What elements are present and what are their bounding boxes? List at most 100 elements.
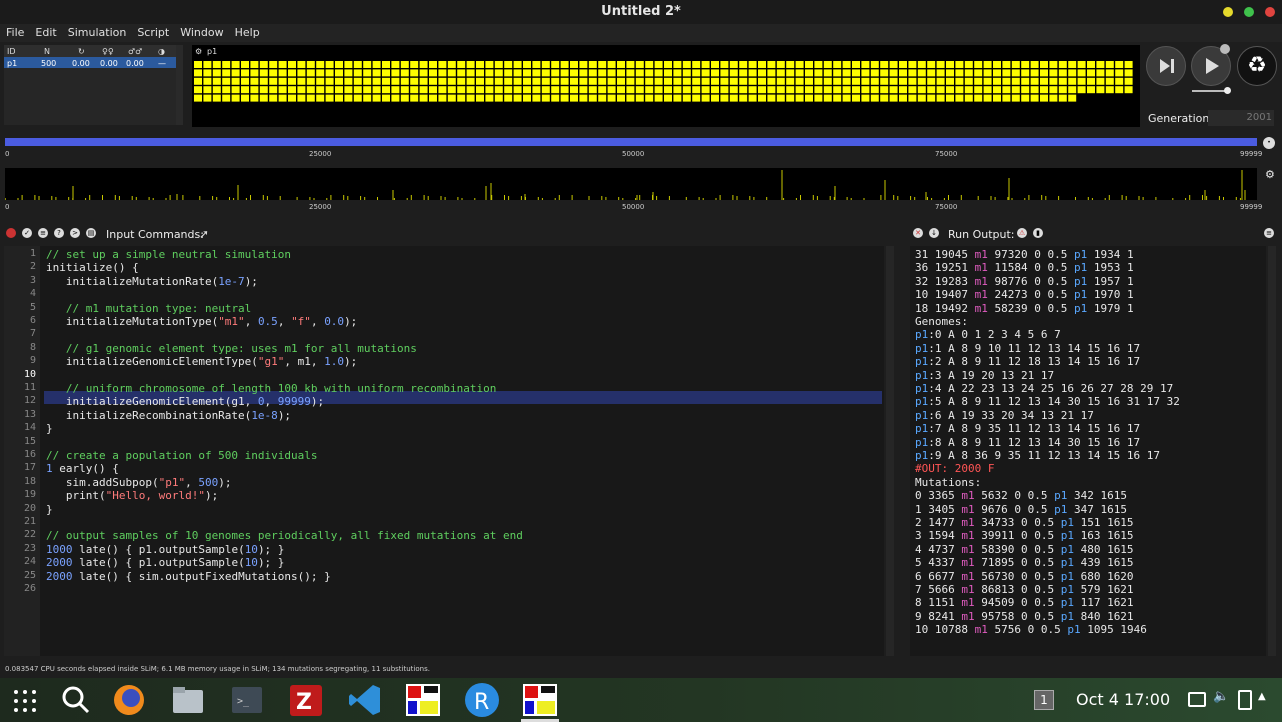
help-icon[interactable]: ?: [54, 228, 64, 238]
genome-cell: [438, 86, 447, 94]
population-table-scrollbar[interactable]: [176, 45, 183, 125]
terminal-icon[interactable]: >_: [228, 682, 266, 718]
code-line: 1000 late() { p1.outputSample(10); }: [46, 542, 285, 556]
minimize-button[interactable]: [1223, 7, 1233, 17]
show-debug-icon[interactable]: ⚠: [1017, 228, 1027, 238]
chromosome-overview[interactable]: [5, 138, 1257, 146]
recycle-button[interactable]: ♻: [1237, 46, 1277, 86]
genome-cell: [1068, 61, 1077, 68]
workspace-indicator[interactable]: 1: [1034, 690, 1054, 710]
genome-cell: [899, 94, 907, 102]
format-icon[interactable]: ≡: [38, 228, 48, 238]
header-sex-ratio[interactable]: ◑: [158, 47, 165, 56]
genome-cell: [1068, 86, 1077, 94]
browser-icon[interactable]: ▤: [86, 228, 96, 238]
genome-cell: [316, 94, 325, 102]
stop-icon[interactable]: [6, 228, 16, 238]
menu-script[interactable]: Script: [131, 24, 174, 39]
speed-slider[interactable]: [1192, 90, 1228, 92]
genome-cell: [1087, 86, 1095, 94]
files-icon[interactable]: [169, 682, 207, 718]
slim-gui-icon[interactable]: [521, 682, 559, 718]
generation-field[interactable]: 2001: [1208, 110, 1274, 126]
genome-cell: [231, 61, 240, 68]
line-number: 17: [23, 462, 36, 474]
line-number: 7: [29, 328, 36, 340]
genome-view[interactable]: ⚙ p1: [192, 45, 1140, 127]
output-text[interactable]: 31 19045 m1 97320 0 0.5 p1 1934 1 36 1925…: [910, 246, 1266, 656]
slim-icon[interactable]: [404, 682, 442, 718]
genome-cell: [1040, 77, 1048, 85]
genome-cell: [494, 94, 503, 102]
speed-knob[interactable]: [1220, 44, 1230, 54]
header-n[interactable]: N: [44, 47, 50, 56]
notification-icon[interactable]: [1188, 692, 1206, 707]
table-row[interactable]: p1 500 0.00 0.00 0.00 —: [4, 57, 176, 68]
genome-cell: [306, 69, 315, 77]
genome-cell: [194, 86, 202, 94]
jump-icon[interactable]: ➚: [199, 227, 209, 241]
r-icon[interactable]: R: [463, 682, 501, 718]
genome-cell: [1049, 61, 1058, 68]
menu-help[interactable]: Help: [229, 24, 265, 39]
script-editor[interactable]: 1 2 3 4 5 6 7 8 9 10 11 12 13 14 15 16 17 18 19 20 21 22 23 24 2…: [4, 246, 884, 656]
genome-cell: [297, 86, 306, 94]
editor-scrollbar[interactable]: [886, 246, 894, 656]
tick-label: 99999: [1240, 203, 1263, 211]
menu-file[interactable]: File: [0, 24, 29, 39]
maximize-button[interactable]: [1244, 7, 1254, 17]
genome-cell: [974, 61, 983, 68]
genome-cell: [814, 69, 823, 77]
speed-slider-handle[interactable]: [1224, 87, 1231, 94]
genome-cell: [870, 61, 879, 68]
line-number-gutter: 1 2 3 4 5 6 7 8 9 10 11 12 13 14 15 16 17 18 19 20 21 22 23 24 2…: [4, 246, 40, 656]
clock[interactable]: Oct 4 17:00: [1076, 690, 1170, 709]
step-button[interactable]: [1146, 46, 1186, 86]
genome-cell: [664, 86, 672, 94]
header-id[interactable]: ID: [7, 47, 16, 56]
genome-cell: [570, 77, 578, 85]
genome-cell: [673, 77, 682, 85]
check-icon[interactable]: ✓: [22, 228, 32, 238]
menu-simulation[interactable]: Simulation: [62, 24, 132, 39]
output-line: 4 4737 m1 58390 0 0.5 p1 480 1615: [915, 542, 1134, 556]
genome-cell: [1011, 77, 1020, 85]
firefox-icon[interactable]: [110, 682, 148, 718]
header-selfing[interactable]: ↻: [78, 47, 85, 56]
filezilla-icon[interactable]: Z: [287, 682, 325, 718]
close-button[interactable]: [1265, 7, 1275, 17]
vscode-icon[interactable]: [346, 682, 384, 718]
output-line: Genomes:: [915, 315, 968, 328]
genome-cell: [776, 86, 785, 94]
graph-icon[interactable]: ▮: [1033, 228, 1043, 238]
gear-icon[interactable]: ⚙: [1265, 168, 1275, 181]
apps-grid-icon[interactable]: [6, 682, 44, 718]
code-line: // set up a simple neutral simulation: [46, 248, 292, 261]
console-icon[interactable]: >: [70, 228, 80, 238]
genome-cell: [889, 61, 898, 68]
genome-cell: [325, 61, 334, 68]
chromosome-detail[interactable]: [4, 168, 1257, 200]
output-scrollbar[interactable]: [1268, 246, 1276, 656]
chromosome-options-icon[interactable]: •: [1263, 137, 1275, 149]
header-male-clone[interactable]: ♂♂: [128, 47, 142, 56]
header-female-clone[interactable]: ♀♀: [102, 47, 114, 56]
genome-cell: [382, 61, 390, 68]
genome-cell: [664, 61, 672, 68]
genome-cell: [720, 94, 729, 102]
genome-cell: [1058, 86, 1067, 94]
dump-icon[interactable]: ↓: [929, 228, 939, 238]
genome-cell: [438, 94, 447, 102]
search-icon[interactable]: [57, 682, 95, 718]
tray-menu-icon[interactable]: ▲: [1258, 691, 1266, 702]
genome-cell: [523, 69, 531, 77]
menu-icon[interactable]: ≡: [1264, 228, 1274, 238]
clear-output-icon[interactable]: ✕: [913, 228, 923, 238]
code-area[interactable]: // set up a simple neutral simulation ini…: [46, 246, 882, 656]
menu-edit[interactable]: Edit: [29, 24, 61, 39]
genome-cell: [325, 86, 334, 94]
code-line: }: [46, 422, 53, 436]
menu-window[interactable]: Window: [174, 24, 228, 39]
battery-icon[interactable]: [1238, 690, 1252, 710]
volume-icon[interactable]: 🔈: [1213, 689, 1229, 704]
